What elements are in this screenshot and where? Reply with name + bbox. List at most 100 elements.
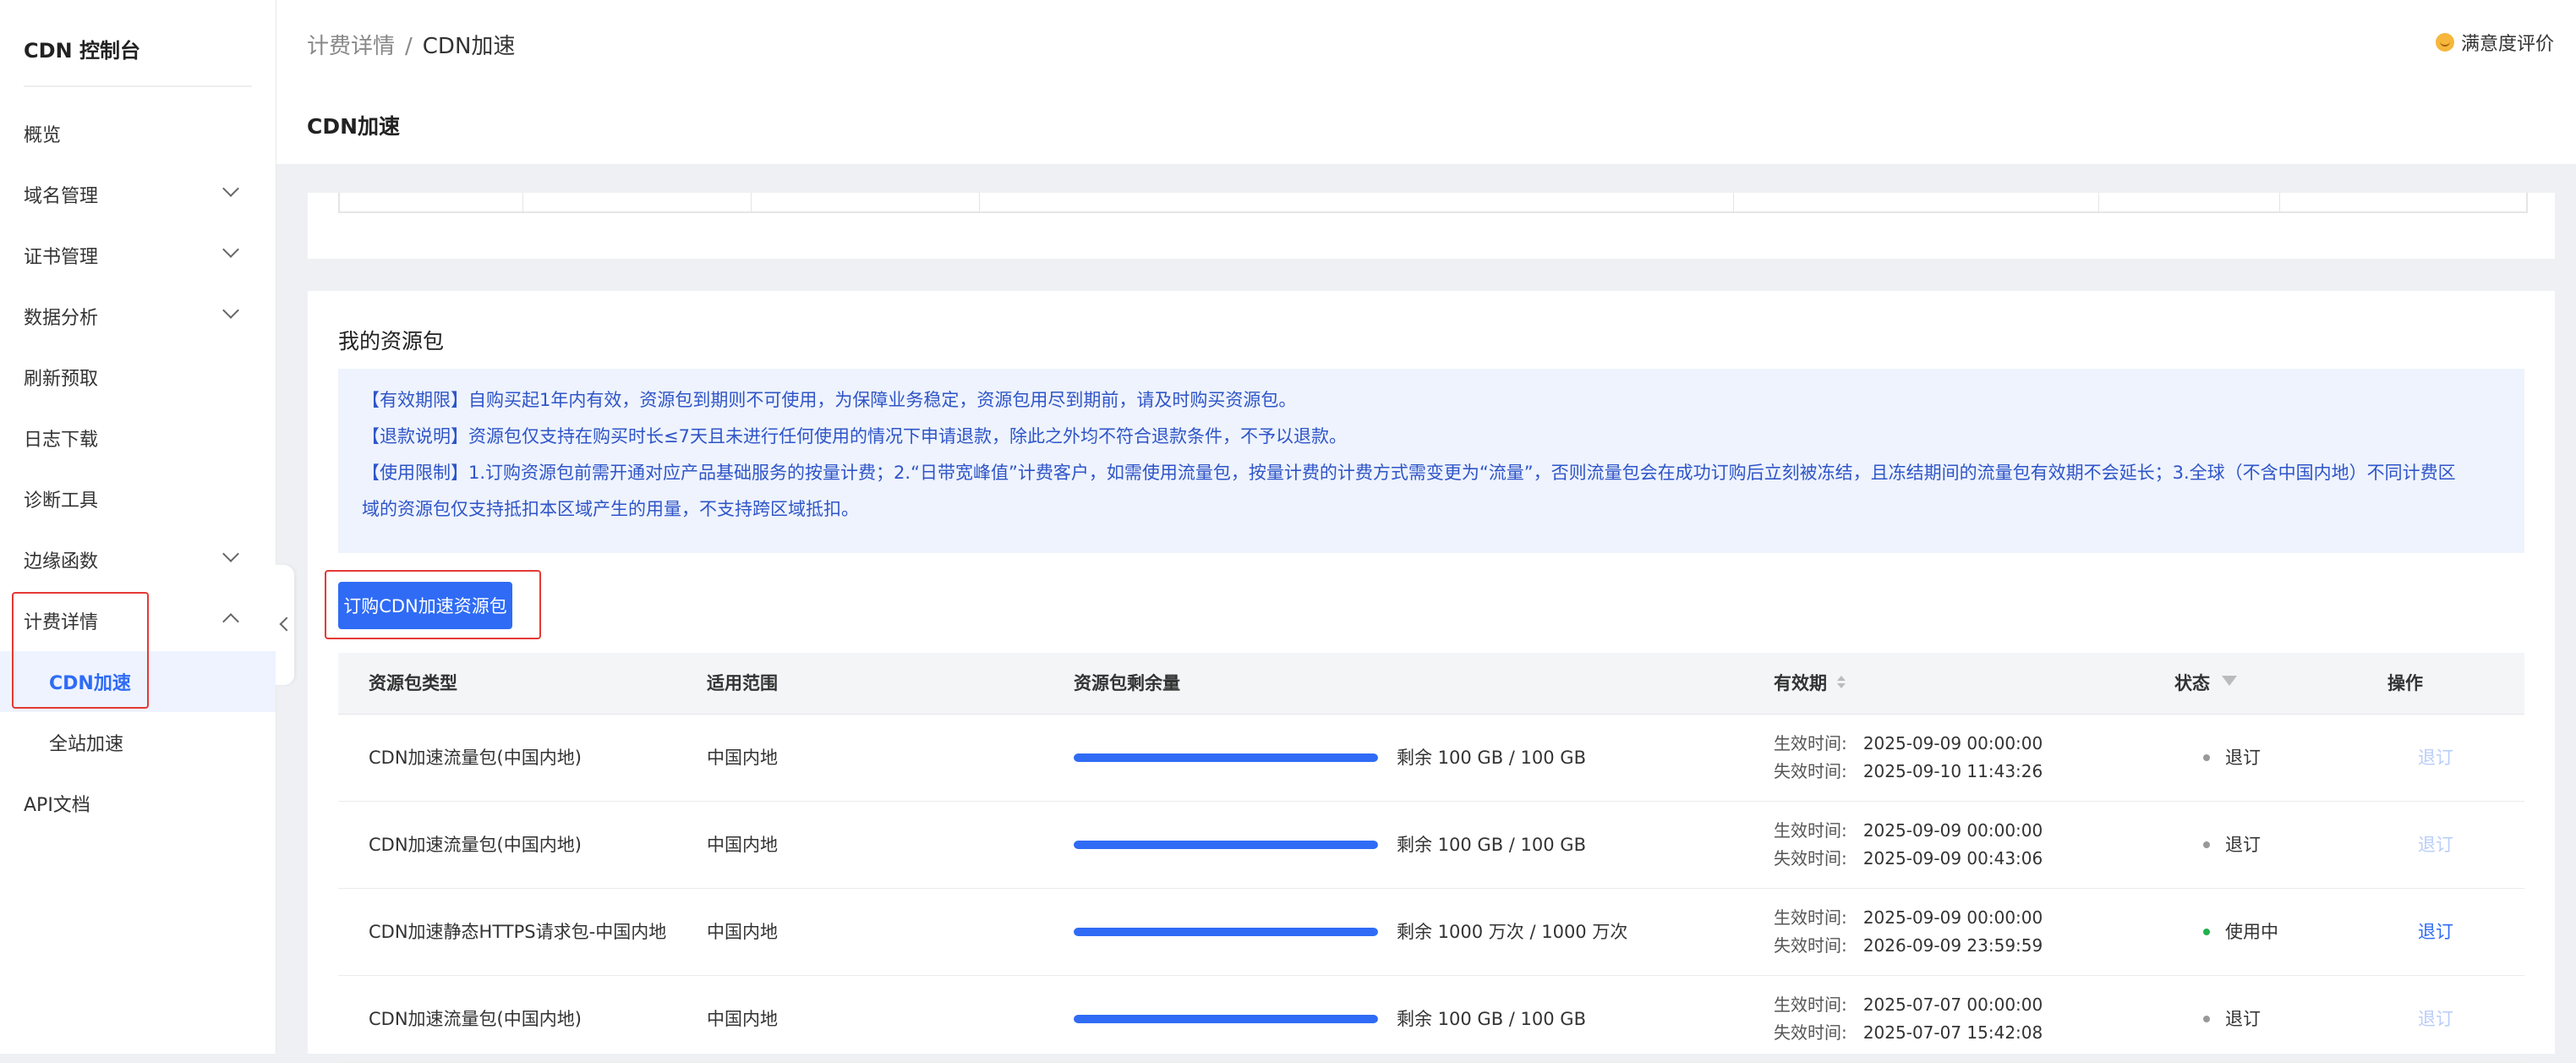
validity-period: 生效时间: 2025-09-09 00:00:00 失效时间: 2025-09-… [1774,817,2043,873]
filter-icon[interactable] [2222,676,2237,686]
breadcrumb-separator: / [405,34,413,59]
package-scope: 中国内地 [707,922,778,942]
column-header-action: 操作 [2387,673,2423,693]
remaining-text: 剩余 100 GB / 100 GB [1397,748,1586,768]
validity-start: 生效时间: 2025-09-09 00:00:00 [1774,817,2043,845]
validity-period: 生效时间: 2025-09-09 00:00:00 失效时间: 2026-09-… [1774,904,2043,960]
package-type: CDN加速静态HTTPS请求包-中国内地 [369,922,667,942]
table-column-divider [2098,193,2099,211]
status-text: 退订 [2225,1009,2261,1029]
sidebar-item-api-docs[interactable]: API文档 [0,773,276,834]
sidebar-item-diagnostic-tools[interactable]: 诊断工具 [0,468,276,529]
column-header-validity[interactable]: 有效期 [1774,653,1846,714]
table-fragment [338,193,2528,213]
package-type: CDN加速流量包(中国内地) [369,835,582,855]
table-column-divider [1733,193,1734,211]
chevron-down-icon [222,302,239,319]
remaining-text: 剩余 100 GB / 100 GB [1397,835,1586,855]
status-badge: 退订 [2203,802,2261,888]
sidebar-item-label: 刷新预取 [24,369,99,390]
divider [24,85,252,87]
satisfaction-rating-link[interactable]: 满意度评价 [2435,29,2554,56]
validity-end: 失效时间: 2026-09-09 23:59:59 [1774,932,2043,960]
sidebar-item-label: API文档 [24,795,90,816]
status-dot [2203,1016,2210,1022]
top-bar: 计费详情 / CDN加速 满意度评价 [276,0,2576,85]
validity-start-value: 2025-09-09 00:00:00 [1862,907,2043,928]
highlight-frame [12,592,149,709]
column-header-type: 资源包类型 [369,673,457,693]
package-scope: 中国内地 [707,1009,778,1029]
buy-cdn-package-button[interactable]: 订购CDN加速资源包 [338,582,512,629]
validity-start-label: 生效时间: [1774,907,1847,928]
sort-icon[interactable] [1837,675,1846,690]
column-header-scope: 适用范围 [707,673,778,693]
table-column-divider [979,193,980,211]
sidebar-item-full-site-acceleration[interactable]: 全站加速 [0,712,276,773]
validity-start-value: 2025-07-07 00:00:00 [1862,995,2043,1015]
validity-end-value: 2025-07-07 15:42:08 [1862,1022,2043,1043]
validity-start-label: 生效时间: [1774,733,1847,753]
notice-usage-limits-cont: 域的资源包仅支持抵扣本区域产生的用量，不支持跨区域抵扣。 [362,499,859,519]
validity-end-value: 2025-09-09 00:43:06 [1862,848,2043,868]
column-header-status-label: 状态 [2174,673,2210,693]
breadcrumb: 计费详情 / CDN加速 [307,29,515,60]
column-header-validity-label: 有效期 [1774,673,1827,693]
notice-box: 【有效期限】自购买起1年内有效，资源包到期则不可使用，为保障业务稳定，资源包用尽… [338,369,2524,553]
section-title: 我的资源包 [338,329,445,353]
table-column-divider [522,193,523,211]
unsubscribe-link: 退订 [2418,835,2453,855]
package-scope: 中国内地 [707,748,778,768]
page-title: CDN加速 [307,114,401,139]
chevron-up-icon [222,613,239,630]
remaining-progress-bar [1074,928,1378,936]
sidebar-item-domain-management[interactable]: 域名管理 [0,164,276,225]
validity-start-value: 2025-09-09 00:00:00 [1862,820,2043,841]
breadcrumb-parent[interactable]: 计费详情 [307,34,395,59]
chevron-left-icon [279,616,294,632]
breadcrumb-current: CDN加速 [422,34,516,59]
sidebar-item-data-analysis[interactable]: 数据分析 [0,286,276,347]
sidebar-item-certificate-management[interactable]: 证书管理 [0,225,276,286]
billing-card [308,193,2555,259]
chevron-down-icon [222,241,239,258]
sidebar-collapse-button[interactable] [276,565,294,685]
sidebar: CDN 控制台 概览 域名管理 证书管理 数据分析 刷新预取 日志下载 诊断工具… [0,0,276,1054]
package-scope: 中国内地 [707,835,778,855]
validity-end-label: 失效时间: [1774,848,1847,868]
resource-packages-table: 资源包类型 适用范围 资源包剩余量 有效期 状态 操作 CDN加速流量包(中国内… [338,653,2524,1063]
table-row: CDN加速流量包(中国内地) 中国内地 剩余 100 GB / 100 GB 生… [338,715,2524,802]
package-type: CDN加速流量包(中国内地) [369,748,582,768]
validity-end: 失效时间: 2025-09-09 00:43:06 [1774,845,2043,873]
remaining-progress-fill [1074,1015,1378,1023]
remaining-progress-bar [1074,1015,1378,1023]
unsubscribe-link: 退订 [2418,748,2453,768]
sidebar-item-label: 概览 [24,125,62,146]
sidebar-item-edge-functions[interactable]: 边缘函数 [0,529,276,590]
sidebar-item-log-download[interactable]: 日志下载 [0,408,276,468]
validity-start: 生效时间: 2025-09-09 00:00:00 [1774,904,2043,932]
sidebar-item-overview[interactable]: 概览 [0,103,276,164]
validity-start-label: 生效时间: [1774,995,1847,1015]
chevron-down-icon [222,545,239,562]
validity-start: 生效时间: 2025-07-07 00:00:00 [1774,991,2043,1019]
validity-start-label: 生效时间: [1774,820,1847,841]
table-column-divider [2279,193,2280,211]
unsubscribe-link[interactable]: 退订 [2418,889,2453,975]
sidebar-item-refresh-prefetch[interactable]: 刷新预取 [0,347,276,408]
chevron-down-icon [222,180,239,197]
status-dot [2203,754,2210,761]
notice-usage-limits: 【使用限制】1.订购资源包前需开通对应产品基础服务的按量计费；2.“日带宽峰值”… [362,463,2456,483]
validity-end-label: 失效时间: [1774,761,1847,781]
remaining-progress-bar [1074,753,1378,762]
notice-refund: 【退款说明】资源包仅支持在购买时长≤7天且未进行任何使用的情况下申请退款，除此之… [362,426,1347,447]
validity-end: 失效时间: 2025-07-07 15:42:08 [1774,1019,2043,1047]
remaining-text: 剩余 1000 万次 / 1000 万次 [1397,922,1628,942]
status-badge: 退订 [2203,715,2261,801]
table-column-divider [751,193,752,211]
validity-end-label: 失效时间: [1774,1022,1847,1043]
table-row: CDN加速流量包(中国内地) 中国内地 剩余 100 GB / 100 GB 生… [338,802,2524,889]
brand-title: CDN 控制台 [24,39,140,63]
package-type: CDN加速流量包(中国内地) [369,1009,582,1029]
smile-icon [2435,33,2454,52]
